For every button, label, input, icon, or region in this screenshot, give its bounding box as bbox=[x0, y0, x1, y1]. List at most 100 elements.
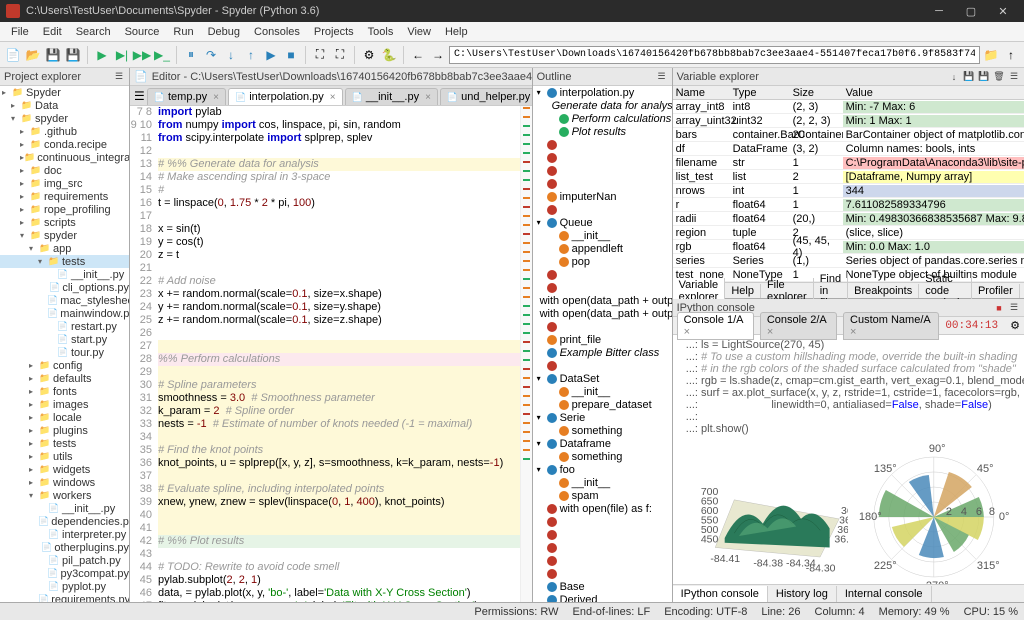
menu-view[interactable]: View bbox=[400, 24, 438, 40]
close-button[interactable]: ✕ bbox=[988, 2, 1018, 20]
subtab[interactable]: Breakpoints bbox=[848, 284, 919, 298]
variable-row[interactable]: rgbfloat64(45, 45, 4)Min: 0.0 Max: 1.0 bbox=[673, 240, 1024, 254]
outline-item[interactable]: spam bbox=[533, 489, 672, 502]
ipython-options-icon[interactable]: ☰ bbox=[1008, 302, 1020, 314]
outline-item[interactable]: pop bbox=[533, 255, 672, 268]
run-icon[interactable]: ▶ bbox=[93, 46, 111, 64]
save-icon[interactable]: 💾 bbox=[44, 46, 62, 64]
tree-item[interactable]: ▸📁defaults bbox=[0, 372, 129, 385]
debug-icon[interactable]: ⏸ bbox=[182, 46, 200, 64]
tree-item[interactable]: ▸📁windows bbox=[0, 476, 129, 489]
close-tab-icon[interactable]: × bbox=[330, 92, 336, 103]
tree-item[interactable]: 📄pyplot.py bbox=[0, 580, 129, 593]
tree-item[interactable]: ▸📁plugins bbox=[0, 424, 129, 437]
variable-row[interactable]: regiontuple2(slice, slice) bbox=[673, 226, 1024, 240]
outline-item[interactable]: ▾Queue bbox=[533, 216, 672, 229]
outline-item[interactable]: __init__ bbox=[533, 229, 672, 242]
working-dir-input[interactable] bbox=[449, 46, 980, 64]
tree-item[interactable]: ▸📁utils bbox=[0, 450, 129, 463]
outline-item[interactable]: ▾foo bbox=[533, 463, 672, 476]
outline-options-icon[interactable]: ☰ bbox=[656, 71, 668, 83]
subtab[interactable]: Help bbox=[725, 284, 761, 298]
project-tree[interactable]: ▸📁Spyder▸📁Data▾📁spyder▸📁.github▸📁conda.r… bbox=[0, 86, 129, 602]
code-editor[interactable]: 7 8 9 10 11 12 13 14 15 16 17 18 19 20 2… bbox=[130, 106, 532, 602]
tree-item[interactable]: ▸📁doc bbox=[0, 164, 129, 177]
pane-options-icon[interactable]: ☰ bbox=[113, 71, 125, 83]
varexp-save-icon[interactable]: 💾 bbox=[963, 71, 975, 83]
editor-tab[interactable]: 📄und_helper.py× bbox=[440, 88, 532, 105]
tree-item[interactable]: ▸📁images bbox=[0, 398, 129, 411]
outline-item[interactable]: prepare_dataset bbox=[533, 398, 672, 411]
menu-debug[interactable]: Debug bbox=[201, 24, 247, 40]
outline-item[interactable]: with open(data_path + output_file_n... bbox=[533, 294, 672, 307]
continue-icon[interactable]: ▶ bbox=[262, 46, 280, 64]
outline-item[interactable]: ▾interpolation.py bbox=[533, 86, 672, 99]
tree-item[interactable]: 📄__init__.py bbox=[0, 502, 129, 515]
tree-item[interactable]: 📄py3compat.py bbox=[0, 567, 129, 580]
tree-item[interactable]: 📄dependencies.py bbox=[0, 515, 129, 528]
tree-item[interactable]: 📄otherplugins.py bbox=[0, 541, 129, 554]
outline-item[interactable]: __init__ bbox=[533, 476, 672, 489]
editor-tab[interactable]: 📄temp.py× bbox=[147, 88, 226, 105]
console-options-icon[interactable]: ⚙ bbox=[1010, 319, 1020, 332]
outline-item[interactable]: something bbox=[533, 424, 672, 437]
varexp-save-as-icon[interactable]: 💾 bbox=[978, 71, 990, 83]
forward-icon[interactable]: → bbox=[429, 46, 447, 64]
back-icon[interactable]: ← bbox=[409, 46, 427, 64]
outline-item[interactable]: Generate data for analysis bbox=[533, 99, 672, 112]
tree-item[interactable]: ▸📁Spyder bbox=[0, 86, 129, 99]
tree-item[interactable]: ▾📁spyder bbox=[0, 229, 129, 242]
tab-list-icon[interactable]: ☰ bbox=[134, 87, 145, 105]
tree-item[interactable]: ▸📁requirements bbox=[0, 190, 129, 203]
outline-item[interactable]: something bbox=[533, 450, 672, 463]
tree-item[interactable]: 📄cli_options.py bbox=[0, 281, 129, 294]
outline-item[interactable]: ▾DataSet bbox=[533, 372, 672, 385]
variable-row[interactable]: radiifloat64(20,)Min: 0.4983036683853568… bbox=[673, 212, 1024, 226]
tree-item[interactable]: 📄start.py bbox=[0, 333, 129, 346]
outline-item[interactable]: appendleft bbox=[533, 242, 672, 255]
menu-file[interactable]: File bbox=[4, 24, 36, 40]
menu-search[interactable]: Search bbox=[69, 24, 118, 40]
tree-item[interactable]: 📄__init__.py bbox=[0, 268, 129, 281]
tree-item[interactable]: 📄pil_patch.py bbox=[0, 554, 129, 567]
outline-item[interactable]: print_file bbox=[533, 333, 672, 346]
parent-dir-icon[interactable]: ↑ bbox=[1002, 46, 1020, 64]
tree-item[interactable]: ▸📁rope_profiling bbox=[0, 203, 129, 216]
editor-tab[interactable]: 📄interpolation.py× bbox=[228, 88, 343, 105]
tree-item[interactable]: ▸📁.github bbox=[0, 125, 129, 138]
outline-item[interactable]: Base bbox=[533, 580, 672, 593]
variable-row[interactable]: nrowsint1344 bbox=[673, 184, 1024, 198]
outline-tree[interactable]: ▾interpolation.pyGenerate data for analy… bbox=[533, 86, 672, 602]
close-tab-icon[interactable]: × bbox=[213, 92, 219, 103]
variable-row[interactable]: dfDataFrame(3, 2)Column names: bools, in… bbox=[673, 142, 1024, 156]
bottom-tab[interactable]: History log bbox=[768, 586, 837, 602]
step-over-icon[interactable]: ↷ bbox=[202, 46, 220, 64]
varexp-refresh-icon[interactable]: 🗑 bbox=[993, 71, 1005, 83]
outline-item[interactable] bbox=[533, 203, 672, 216]
open-file-icon[interactable]: 📂 bbox=[24, 46, 42, 64]
tree-item[interactable]: 📄mac_stylesheet.qss bbox=[0, 294, 129, 307]
preferences-icon[interactable]: ⚙ bbox=[360, 46, 378, 64]
tree-item[interactable]: 📄restart.py bbox=[0, 320, 129, 333]
tree-item[interactable]: ▾📁tests bbox=[0, 255, 129, 268]
variable-row[interactable]: array_uint32uint32(2, 2, 3)Min: 1 Max: 1 bbox=[673, 114, 1024, 128]
tree-item[interactable]: ▸📁continuous_integration bbox=[0, 151, 129, 164]
tree-item[interactable]: ▾📁app bbox=[0, 242, 129, 255]
editor-tab[interactable]: 📄__init__.py× bbox=[345, 88, 438, 105]
close-tab-icon[interactable]: × bbox=[425, 92, 431, 103]
tree-item[interactable]: ▸📁img_src bbox=[0, 177, 129, 190]
outline-item[interactable] bbox=[533, 541, 672, 554]
outline-item[interactable]: Example Bitter class bbox=[533, 346, 672, 359]
tree-item[interactable]: 📄mainwindow.py bbox=[0, 307, 129, 320]
outline-item[interactable] bbox=[533, 138, 672, 151]
varexp-options-icon[interactable]: ☰ bbox=[1008, 71, 1020, 83]
tree-item[interactable]: ▾📁workers bbox=[0, 489, 129, 502]
tree-item[interactable]: 📄tour.py bbox=[0, 346, 129, 359]
menu-help[interactable]: Help bbox=[438, 24, 475, 40]
outline-item[interactable] bbox=[533, 359, 672, 372]
outline-item[interactable] bbox=[533, 151, 672, 164]
run-cell-advance-icon[interactable]: ▶▶ bbox=[133, 46, 151, 64]
tree-item[interactable]: ▸📁Data bbox=[0, 99, 129, 112]
menu-edit[interactable]: Edit bbox=[36, 24, 69, 40]
pythonpath-icon[interactable]: 🐍 bbox=[380, 46, 398, 64]
